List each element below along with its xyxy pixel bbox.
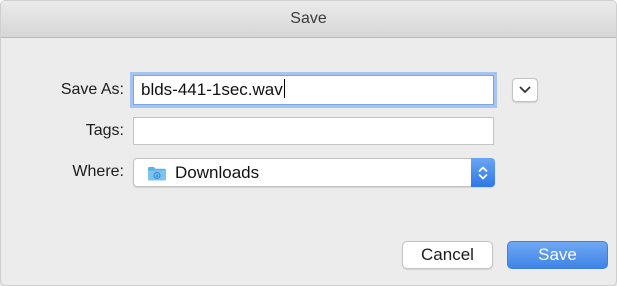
tags-field[interactable] — [133, 117, 494, 145]
where-popup[interactable]: Downloads — [133, 158, 495, 187]
cancel-button[interactable]: Cancel — [402, 241, 493, 269]
save-button[interactable]: Save — [507, 241, 608, 269]
save-as-value: blds-441-1sec.wav — [141, 80, 283, 99]
where-label: Where: — [72, 163, 124, 180]
where-stepper[interactable] — [471, 158, 495, 187]
where-value: Downloads — [175, 163, 260, 182]
save-as-label: Save As: — [60, 81, 124, 98]
chevron-down-icon — [519, 86, 531, 93]
save-as-field[interactable]: blds-441-1sec.wav — [133, 75, 494, 105]
text-caret — [283, 79, 285, 98]
up-down-chevron-icon — [478, 166, 488, 179]
dialog-title: Save — [1, 1, 616, 38]
downloads-folder-icon — [148, 167, 166, 181]
expand-button[interactable] — [512, 78, 538, 102]
save-dialog: Save Save As: blds-441-1sec.wav Tags: Wh… — [0, 0, 617, 286]
tags-label: Tags: — [85, 122, 124, 139]
